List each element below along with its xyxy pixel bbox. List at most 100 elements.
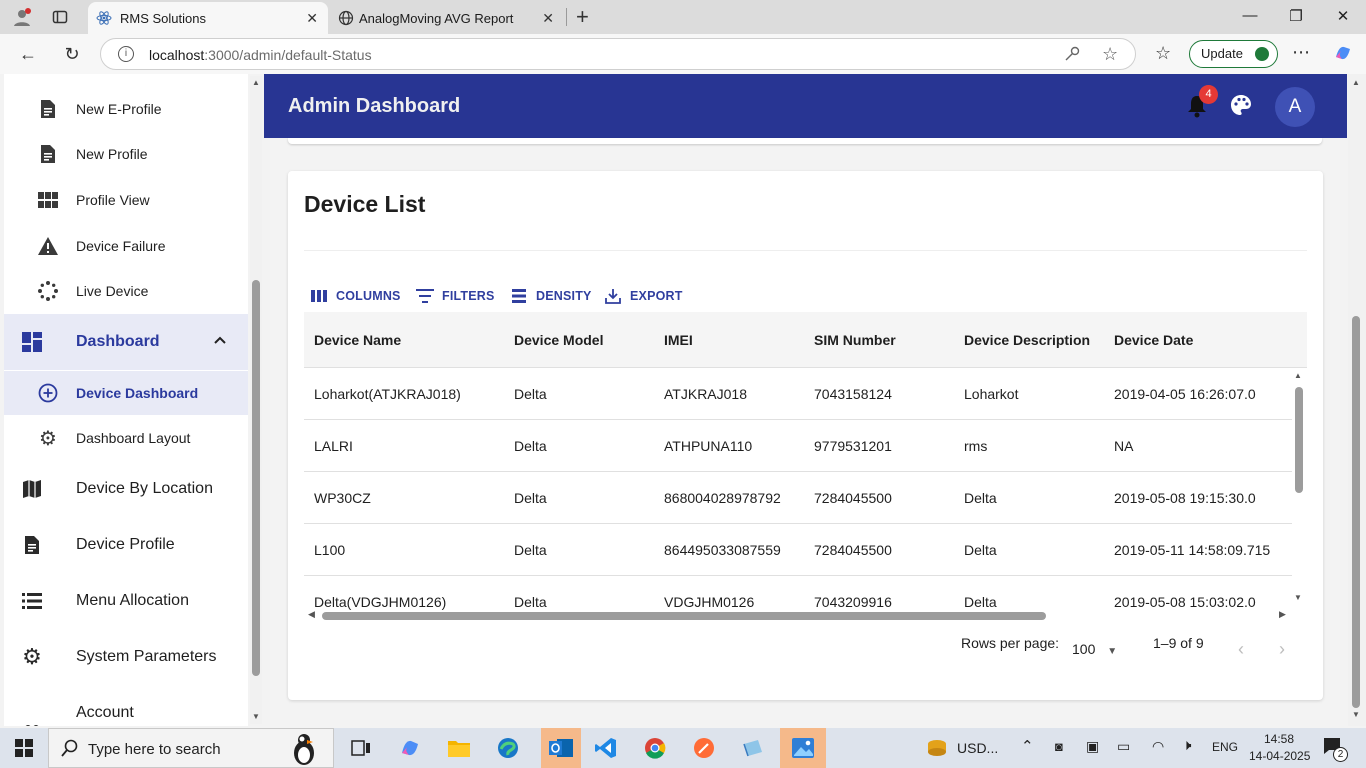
profile-icon[interactable] xyxy=(11,6,33,28)
sidebar-item-new-profile[interactable]: New Profile xyxy=(4,132,248,176)
sidebar-item-live-device[interactable]: Live Device xyxy=(4,269,248,313)
table-row[interactable]: L100 Delta 864495033087559 7284045500 De… xyxy=(304,524,1292,576)
sidebar-item-profile-view[interactable]: Profile View xyxy=(4,178,248,222)
display-icon[interactable]: ▣ xyxy=(1086,738,1099,755)
tab-rms-solutions[interactable]: RMS Solutions ✕ xyxy=(88,2,328,34)
column-header[interactable]: SIM Number xyxy=(814,332,896,348)
sidebar-group-dashboard[interactable]: Dashboard xyxy=(4,314,248,370)
user-avatar[interactable]: A xyxy=(1275,87,1315,127)
grid-vertical-scrollbar[interactable]: ▲ ▼ xyxy=(1291,371,1305,609)
task-view-icon[interactable] xyxy=(347,734,375,762)
grid-horizontal-scrollbar[interactable]: ◀ ▶ xyxy=(304,608,1292,622)
close-tab-icon[interactable]: ✕ xyxy=(542,10,554,27)
chevron-up-icon[interactable] xyxy=(212,332,228,353)
sidebar-item-menu-allocation[interactable]: Menu Allocation xyxy=(4,579,248,623)
sidebar-item-dashboard-layout[interactable]: ⚙ Dashboard Layout xyxy=(4,416,248,460)
favorite-star-icon[interactable]: ☆ xyxy=(1102,44,1118,65)
column-header[interactable]: Device Description xyxy=(964,332,1090,348)
file-explorer-icon[interactable] xyxy=(445,734,473,762)
page-scroll-thumb[interactable] xyxy=(1352,316,1360,708)
table-row[interactable]: Loharkot(ATJKRAJ018) Delta ATJKRAJ018 70… xyxy=(304,368,1292,420)
sidebar-item-system-parameters[interactable]: ⚙ System Parameters xyxy=(4,635,248,679)
filter-icon xyxy=(416,287,434,305)
favorites-icon[interactable]: ☆ xyxy=(1155,43,1171,64)
chrome-icon[interactable] xyxy=(641,734,669,762)
people-icon xyxy=(21,717,43,726)
currency-widget-label[interactable]: USD... xyxy=(957,740,998,756)
column-header[interactable]: Device Date xyxy=(1114,332,1193,348)
back-icon[interactable]: ← xyxy=(16,42,40,66)
update-button[interactable]: Update xyxy=(1189,40,1278,68)
notepad-app-icon[interactable] xyxy=(739,734,767,762)
column-header[interactable]: Device Name xyxy=(314,332,401,348)
density-button[interactable]: DENSITY xyxy=(510,284,592,308)
scroll-down-icon[interactable]: ▼ xyxy=(1352,710,1360,719)
photos-app-icon[interactable] xyxy=(780,728,826,768)
volume-icon[interactable]: 🕨 xyxy=(1182,737,1191,754)
restore-icon[interactable]: ❐ xyxy=(1286,7,1306,25)
more-menu-icon[interactable]: ⋯ xyxy=(1292,42,1310,63)
sidebar-item-label: Device Failure xyxy=(76,238,166,254)
prev-page-icon[interactable]: ‹ xyxy=(1238,639,1244,660)
palette-icon[interactable] xyxy=(1230,94,1254,118)
clock-time[interactable]: 14:58 xyxy=(1264,732,1294,746)
grid-vertical-scroll-thumb[interactable] xyxy=(1295,387,1303,493)
new-tab-icon[interactable]: + xyxy=(576,4,589,30)
grid-horizontal-scroll-thumb[interactable] xyxy=(322,612,1046,620)
sidebar-item-device-dashboard[interactable]: Device Dashboard xyxy=(4,371,248,415)
copilot-taskbar-icon[interactable] xyxy=(396,734,424,762)
sidebar-item-device-failure[interactable]: Device Failure xyxy=(4,224,248,268)
sidebar-item-device-by-location[interactable]: Device By Location xyxy=(4,467,248,511)
outlook-icon[interactable] xyxy=(541,728,581,768)
minimize-icon[interactable]: — xyxy=(1240,7,1260,24)
scroll-down-icon[interactable]: ▼ xyxy=(1294,593,1302,602)
windows-start-icon[interactable] xyxy=(15,739,33,762)
vscode-icon[interactable] xyxy=(592,734,620,762)
meet-now-icon[interactable]: ◙ xyxy=(1055,739,1063,754)
scroll-up-icon[interactable]: ▲ xyxy=(1352,78,1360,87)
scroll-down-icon[interactable]: ▼ xyxy=(252,712,260,721)
sidebar-scrollbar[interactable]: ▲ ▼ xyxy=(250,76,262,724)
chevron-up-icon[interactable]: ⌃ xyxy=(1021,737,1034,755)
close-tab-icon[interactable]: ✕ xyxy=(306,10,318,27)
column-header[interactable]: IMEI xyxy=(664,332,693,348)
sidebar-item-label: Device Profile xyxy=(76,536,175,553)
clock-date[interactable]: 14-04-2025 xyxy=(1249,749,1310,763)
reload-icon[interactable]: ↻ xyxy=(60,42,84,66)
scroll-left-icon[interactable]: ◀ xyxy=(308,609,315,620)
tab-actions-icon[interactable] xyxy=(49,6,71,28)
next-page-icon[interactable]: › xyxy=(1279,639,1285,660)
device-name-cell: Loharkot(ATJKRAJ018) xyxy=(314,386,461,402)
sidebar-item-new-e-profile[interactable]: New E-Profile xyxy=(4,87,248,131)
table-row[interactable]: LALRI Delta ATHPUNA110 9779531201 rms NA xyxy=(304,420,1292,472)
copilot-icon[interactable] xyxy=(1333,43,1353,68)
taskbar-search-box[interactable]: Type here to search xyxy=(48,728,334,768)
columns-button[interactable]: COLUMNS xyxy=(310,284,401,308)
filters-button[interactable]: FILTERS xyxy=(416,284,495,308)
rows-per-page-select[interactable]: 100 ▼ xyxy=(1072,641,1117,657)
scroll-up-icon[interactable]: ▲ xyxy=(1294,371,1302,380)
sidebar-scroll-thumb[interactable] xyxy=(252,280,260,676)
scroll-right-icon[interactable]: ▶ xyxy=(1279,609,1286,620)
wifi-icon[interactable]: ◠ xyxy=(1152,738,1164,755)
edge-browser-icon[interactable] xyxy=(494,734,522,762)
column-header[interactable]: Device Model xyxy=(514,332,603,348)
tab-analog-report[interactable]: AnalogMoving AVG Report ✕ xyxy=(330,2,564,34)
postman-icon[interactable] xyxy=(690,734,718,762)
imei-cell: ATHPUNA110 xyxy=(664,438,753,454)
battery-icon[interactable]: ▭ xyxy=(1117,738,1130,755)
language-indicator[interactable]: ENG xyxy=(1212,740,1238,754)
key-icon[interactable] xyxy=(1063,45,1081,68)
sidebar-item-device-profile[interactable]: Device Profile xyxy=(4,523,248,567)
export-button[interactable]: EXPORT xyxy=(604,284,683,308)
density-label: DENSITY xyxy=(536,289,592,303)
address-bar[interactable]: i localhost:3000/admin/default-Status ☆ xyxy=(100,38,1136,70)
gear-icon: ⚙ xyxy=(22,644,42,669)
close-window-icon[interactable]: ✕ xyxy=(1333,7,1353,25)
scroll-up-icon[interactable]: ▲ xyxy=(252,78,260,87)
site-info-icon[interactable]: i xyxy=(118,46,134,62)
currency-widget-icon[interactable] xyxy=(925,736,949,765)
table-row[interactable]: WP30CZ Delta 868004028978792 7284045500 … xyxy=(304,472,1292,524)
sidebar-item-account[interactable]: Account xyxy=(4,691,248,726)
page-scrollbar[interactable]: ▲ ▼ xyxy=(1348,74,1366,726)
